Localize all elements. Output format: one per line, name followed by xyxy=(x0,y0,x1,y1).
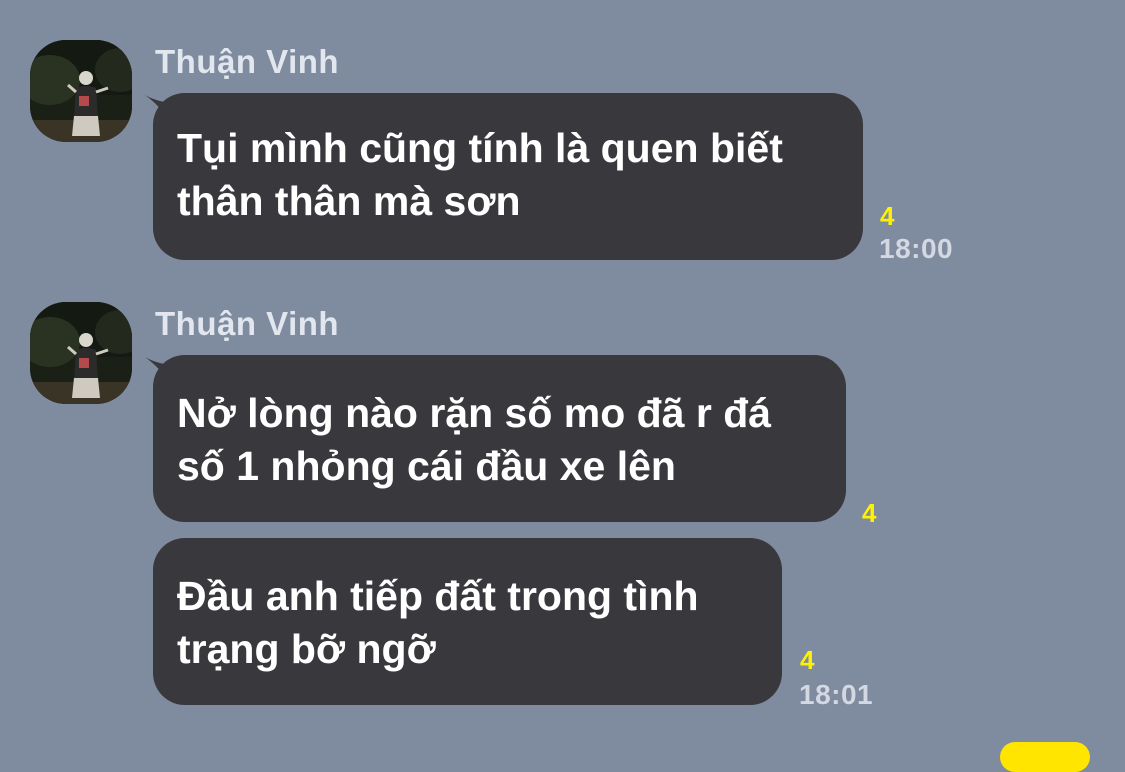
message-bubble[interactable]: Đầu anh tiếp đất trong tình trạng bỡ ngỡ xyxy=(153,538,782,705)
sender-name[interactable]: Thuận Vinh xyxy=(155,307,339,340)
sender-name[interactable]: Thuận Vinh xyxy=(155,45,339,78)
avatar-photo-icon xyxy=(30,302,132,404)
message-time: 18:00 xyxy=(879,233,954,264)
sender-avatar[interactable] xyxy=(30,40,132,142)
message-text: Nở lòng nào rặn số mo đã r đá số 1 nhỏng… xyxy=(177,390,772,489)
message-time: 18:01 xyxy=(799,679,874,710)
message-bubble[interactable]: Tụi mình cũng tính là quen biết thân thâ… xyxy=(153,93,863,260)
unread-count: 4 xyxy=(862,498,877,528)
sent-message-bubble[interactable] xyxy=(1000,742,1090,772)
unread-count: 4 xyxy=(800,645,815,675)
message-text: Đầu anh tiếp đất trong tình trạng bỡ ngỡ xyxy=(177,573,699,672)
avatar-photo-icon xyxy=(30,40,132,142)
message-text: Tụi mình cũng tính là quen biết thân thâ… xyxy=(177,125,783,224)
message-bubble[interactable]: Nở lòng nào rặn số mo đã r đá số 1 nhỏng… xyxy=(153,355,846,522)
sender-avatar[interactable] xyxy=(30,302,132,404)
unread-count: 4 xyxy=(880,201,895,231)
